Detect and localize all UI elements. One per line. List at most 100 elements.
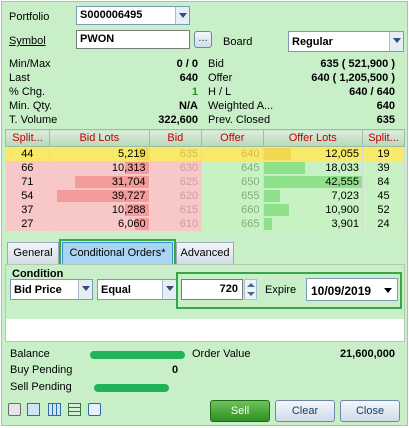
split-offer-cell: 84 bbox=[362, 175, 406, 189]
offer-price-cell: 645 bbox=[201, 161, 264, 175]
symbol-input[interactable]: PWON bbox=[76, 30, 190, 49]
depth-row[interactable]: 27 6,060 610 665 3,901 24 bbox=[5, 217, 406, 231]
col-split-bid[interactable]: Split... bbox=[4, 129, 51, 147]
sell-button[interactable]: Sell bbox=[210, 400, 270, 422]
sell-pending-label: Sell Pending bbox=[10, 381, 72, 393]
quote-left-value: 0 / 0 bbox=[176, 58, 198, 70]
clear-button[interactable]: Clear bbox=[275, 400, 335, 422]
symbol-value: PWON bbox=[80, 33, 115, 45]
spin-down-icon[interactable] bbox=[247, 292, 255, 296]
lock-icon[interactable] bbox=[8, 403, 21, 416]
chevron-down-icon[interactable] bbox=[78, 280, 92, 299]
chevron-down-icon[interactable] bbox=[384, 288, 392, 293]
expire-label: Expire bbox=[265, 284, 297, 296]
quote-right-label: Bid bbox=[208, 58, 224, 70]
bid-price-cell: 630 bbox=[149, 161, 203, 175]
order-value-label: Order Value bbox=[192, 348, 251, 360]
offer-lots-cell: 10,900 bbox=[263, 203, 363, 217]
price-spinner[interactable] bbox=[244, 279, 257, 300]
expire-date-value: 10/09/2019 bbox=[311, 284, 372, 298]
bid-lots-value: 31,704 bbox=[111, 176, 146, 188]
col-bid-lots[interactable]: Bid Lots bbox=[49, 129, 150, 147]
board-value: Regular bbox=[292, 36, 333, 48]
grid-icon[interactable] bbox=[48, 403, 61, 416]
offer-lots-cell: 18,033 bbox=[263, 161, 363, 175]
depth-row[interactable]: 71 31,704 625 650 42,555 84 bbox=[5, 175, 406, 189]
bid-price-cell: 610 bbox=[149, 217, 203, 231]
chevron-down-icon[interactable] bbox=[175, 7, 189, 24]
offer-volume-bar bbox=[263, 190, 281, 202]
quote-right-value: 640 / 640 bbox=[349, 86, 395, 98]
bid-lots-cell: 5,219 bbox=[49, 146, 150, 161]
quote-right-value: 640 ( 1,205,500 ) bbox=[311, 72, 395, 84]
buy-pending-value: 0 bbox=[172, 364, 179, 376]
depth-header-row: Split... Bid Lots Bid Offer Offer Lots S… bbox=[4, 129, 406, 147]
depth-row[interactable]: 54 39,727 620 655 7,023 45 bbox=[5, 189, 406, 203]
quote-right-label: Weighted A... bbox=[208, 100, 274, 112]
col-split-offer[interactable]: Split... bbox=[361, 129, 406, 147]
quote-left-value: 640 bbox=[179, 72, 198, 84]
depth-row[interactable]: 66 10,313 630 645 18,033 39 bbox=[5, 161, 406, 175]
depth-body: 44 5,219 635 640 12,055 19 66 10,313 630 645 18,03… bbox=[5, 146, 406, 231]
table-icon[interactable] bbox=[68, 403, 81, 416]
offer-lots-value: 42,555 bbox=[325, 176, 359, 188]
expire-date-picker[interactable]: 10/09/2019 bbox=[306, 278, 398, 301]
condition-price-input[interactable]: 720 bbox=[181, 279, 243, 300]
quote-right-label: Prev. Closed bbox=[208, 114, 271, 126]
close-button[interactable]: Close bbox=[340, 400, 400, 422]
quote-right-value: 635 ( 521,900 ) bbox=[320, 58, 395, 70]
quote-left-label: T. Volume bbox=[9, 114, 58, 126]
board-label: Board bbox=[223, 36, 253, 48]
col-bid[interactable]: Bid bbox=[148, 129, 203, 147]
offer-lots-cell: 7,023 bbox=[263, 189, 363, 203]
tab-general[interactable]: General bbox=[7, 242, 59, 264]
tab-highlight-box bbox=[59, 239, 176, 267]
calendar-clock-icon[interactable] bbox=[88, 403, 101, 416]
offer-lots-value: 12,055 bbox=[325, 148, 359, 160]
bid-price-cell: 625 bbox=[149, 175, 203, 189]
condition-field-select[interactable]: Bid Price bbox=[10, 279, 93, 300]
split-bid-cell: 44 bbox=[5, 146, 51, 161]
offer-lots-value: 3,901 bbox=[331, 218, 359, 230]
bid-price-cell: 615 bbox=[149, 203, 203, 217]
quote-right-value: 635 bbox=[376, 114, 395, 126]
balance-redaction bbox=[90, 351, 185, 359]
offer-lots-value: 10,900 bbox=[325, 204, 359, 216]
spin-up-icon[interactable] bbox=[247, 283, 255, 287]
calculator-icon[interactable] bbox=[27, 403, 40, 416]
offer-volume-bar bbox=[263, 218, 273, 230]
offer-price-cell: 640 bbox=[201, 146, 264, 161]
tab-advanced[interactable]: Advanced bbox=[176, 242, 234, 264]
offer-price-cell: 665 bbox=[201, 217, 264, 231]
symbol-browse-button[interactable]: ... bbox=[194, 31, 212, 48]
chevron-down-icon[interactable] bbox=[389, 32, 403, 51]
condition-field-value: Bid Price bbox=[14, 284, 62, 296]
quote-left-label: Min/Max bbox=[9, 58, 51, 70]
offer-price-cell: 660 bbox=[201, 203, 264, 217]
offer-volume-bar bbox=[263, 148, 292, 160]
chevron-down-icon[interactable] bbox=[162, 280, 176, 299]
bid-lots-value: 10,313 bbox=[111, 162, 146, 174]
market-depth-table: Split... Bid Lots Bid Offer Offer Lots S… bbox=[4, 129, 406, 231]
quote-right-value: 640 bbox=[376, 100, 395, 112]
depth-row[interactable]: 44 5,219 635 640 12,055 19 bbox=[5, 146, 406, 161]
bid-lots-cell: 10,288 bbox=[49, 203, 150, 217]
quote-left-label: Last bbox=[9, 72, 30, 84]
depth-row[interactable]: 37 10,288 615 660 10,900 52 bbox=[5, 203, 406, 217]
offer-lots-value: 7,023 bbox=[331, 190, 359, 202]
offer-lots-value: 18,033 bbox=[325, 162, 359, 174]
col-offer-lots[interactable]: Offer Lots bbox=[262, 129, 363, 147]
board-select[interactable]: Regular bbox=[288, 31, 404, 52]
offer-volume-bar bbox=[263, 162, 305, 174]
condition-operator-select[interactable]: Equal bbox=[97, 279, 177, 300]
order-value: 21,600,000 bbox=[339, 348, 395, 360]
quote-left-label: Min. Qty. bbox=[9, 100, 53, 112]
condition-operator-value: Equal bbox=[101, 284, 131, 296]
offer-price-cell: 655 bbox=[201, 189, 264, 203]
col-offer[interactable]: Offer bbox=[201, 129, 264, 147]
bid-lots-value: 10,288 bbox=[111, 204, 146, 216]
split-bid-cell: 37 bbox=[5, 203, 51, 217]
offer-lots-cell: 42,555 bbox=[263, 175, 363, 189]
portfolio-select[interactable]: S000006495 bbox=[76, 6, 190, 25]
quote-left-value: 1 bbox=[191, 86, 198, 98]
